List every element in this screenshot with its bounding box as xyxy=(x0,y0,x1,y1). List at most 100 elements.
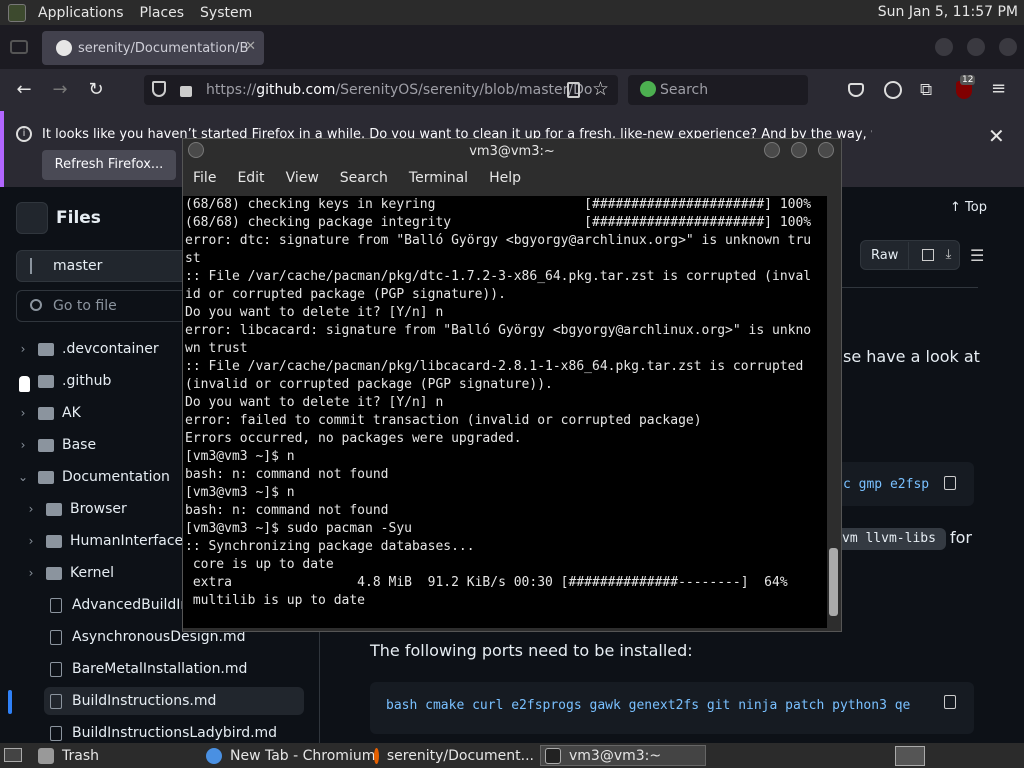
terminal-icon xyxy=(545,747,561,764)
tree-item-label: BuildInstructionsLadybird.md xyxy=(72,725,278,741)
trash-icon xyxy=(38,747,54,764)
terminal-title: vm3@vm3:~ xyxy=(469,144,555,159)
distro-logo-icon[interactable] xyxy=(8,3,26,22)
terminal-menu-help[interactable]: Help xyxy=(478,170,531,194)
terminal-menu-file[interactable]: File xyxy=(182,170,226,194)
text-fragment-look: se have a look at xyxy=(843,347,980,366)
tab-title: serenity/Documentation/Bu xyxy=(78,40,248,56)
firefox-view-icon[interactable] xyxy=(10,40,28,54)
tree-item-label: HumanInterfaceG xyxy=(70,533,195,549)
bookmark-star-icon[interactable]: ☆ xyxy=(592,78,609,100)
chevron-right-icon: › xyxy=(20,406,26,420)
tree-item-humaninterface[interactable]: › HumanInterfaceG xyxy=(24,527,194,555)
copy-icon[interactable] xyxy=(921,249,934,261)
tree-item-label: BuildInstructions.md xyxy=(72,693,217,709)
arrow-up-icon: ↑ xyxy=(950,200,966,215)
tree-item-github[interactable]: ›.github xyxy=(16,367,112,395)
url-host: github.com xyxy=(256,82,336,98)
tree-item-documentation[interactable]: ⌄ Documentation xyxy=(16,463,170,491)
tree-item-buildinstructions[interactable]: BuildInstructions.md xyxy=(44,687,304,715)
files-title: Files xyxy=(56,208,101,228)
tree-item-ak[interactable]: › AK xyxy=(16,399,81,427)
text-fragment-for: for xyxy=(950,528,972,547)
reader-view-icon[interactable] xyxy=(567,82,580,98)
ports-heading: The following ports need to be installed… xyxy=(370,641,693,660)
forward-icon[interactable]: → xyxy=(50,80,70,100)
taskbar-chromium[interactable]: New Tab - Chromium xyxy=(206,745,375,766)
chevron-right-icon: › xyxy=(28,534,34,548)
folder-icon xyxy=(46,534,62,548)
folder-icon xyxy=(46,502,62,516)
terminal-menu-view[interactable]: View xyxy=(275,170,329,194)
copy-icon[interactable] xyxy=(944,695,956,709)
terminal-close-button[interactable] xyxy=(818,142,834,158)
chevron-right-icon: › xyxy=(20,342,26,356)
taskbar-item-label: vm3@vm3:~ xyxy=(569,747,662,764)
tree-item-browser[interactable]: › Browser xyxy=(24,495,127,523)
download-icon[interactable]: ⤓ xyxy=(946,241,952,269)
terminal-minimize-button[interactable] xyxy=(764,142,780,158)
folder-open-icon xyxy=(38,470,54,484)
account-icon[interactable] xyxy=(884,81,902,99)
github-icon xyxy=(56,40,72,56)
top-link[interactable]: ↑ Top xyxy=(950,200,987,215)
taskbar-item-label: New Tab - Chromium xyxy=(230,747,376,764)
firefox-tab[interactable]: serenity/Documentation/Bu ✕ xyxy=(42,31,264,65)
clock[interactable]: Sun Jan 5, 11:57 PM xyxy=(878,4,1018,20)
tree-item-label: Base xyxy=(62,437,97,453)
taskbar-trash[interactable]: Trash xyxy=(38,745,99,766)
notification-close-icon[interactable]: ✕ xyxy=(988,124,1005,148)
terminal-scroll-thumb[interactable] xyxy=(829,548,838,616)
firefox-icon xyxy=(374,747,379,764)
applications-menu[interactable]: Applications xyxy=(30,5,132,21)
tree-item-kernel[interactable]: › Kernel xyxy=(24,559,114,587)
places-menu[interactable]: Places xyxy=(132,5,193,21)
go-to-file-input[interactable]: Go to file xyxy=(16,290,196,322)
taskbar-terminal[interactable]: vm3@vm3:~ xyxy=(540,745,706,766)
mouse-cursor-icon xyxy=(19,376,30,392)
top-link-label: Top xyxy=(965,200,987,215)
terminal-menu-terminal[interactable]: Terminal xyxy=(398,170,478,194)
folder-icon xyxy=(38,342,54,356)
folder-icon xyxy=(38,406,54,420)
raw-button[interactable]: Raw xyxy=(861,241,910,270)
hamburger-menu-icon[interactable]: ≡ xyxy=(991,78,1006,99)
tab-close-icon[interactable]: ✕ xyxy=(245,39,256,54)
maximize-button[interactable] xyxy=(967,38,985,56)
tree-item-label: Documentation xyxy=(62,469,170,485)
extensions-icon[interactable]: ⧉ xyxy=(920,80,932,100)
tree-item-devcontainer[interactable]: › .devcontainer xyxy=(16,335,159,363)
workspace-switcher[interactable] xyxy=(895,746,925,766)
branch-selector[interactable]: master xyxy=(16,250,196,282)
chevron-right-icon: › xyxy=(28,502,34,516)
tree-item-baremetal[interactable]: BareMetalInstallation.md xyxy=(50,655,247,683)
chevron-down-icon: ⌄ xyxy=(17,470,29,484)
sidebar-toggle-icon[interactable] xyxy=(16,202,48,234)
reload-icon[interactable]: ↻ xyxy=(86,80,106,100)
copy-icon[interactable] xyxy=(944,476,956,490)
tree-item-label: .github xyxy=(62,373,112,389)
inline-code-text: vm llvm-libs xyxy=(842,531,936,546)
shield-icon[interactable] xyxy=(152,81,166,97)
search-icon xyxy=(30,299,42,311)
lock-icon[interactable] xyxy=(180,86,192,97)
terminal-menu-edit[interactable]: Edit xyxy=(226,170,274,194)
refresh-firefox-button[interactable]: Refresh Firefox... xyxy=(42,150,176,180)
file-icon xyxy=(50,725,62,741)
tree-item-advancedbuild[interactable]: AdvancedBuildIns xyxy=(50,591,197,619)
url-bar[interactable]: https://github.com/SerenityOS/serenity/b… xyxy=(144,75,618,105)
outline-icon[interactable]: ☰ xyxy=(970,246,984,265)
close-window-button[interactable] xyxy=(999,38,1017,56)
tree-item-base[interactable]: › Base xyxy=(16,431,97,459)
info-icon: i xyxy=(16,126,32,142)
terminal-maximize-button[interactable] xyxy=(791,142,807,158)
terminal-output[interactable]: (68/68) checking keys in keyring [######… xyxy=(183,196,827,628)
taskbar-firefox[interactable]: serenity/Document... xyxy=(374,745,534,766)
back-icon[interactable]: ← xyxy=(14,80,34,100)
terminal-menu-search[interactable]: Search xyxy=(329,170,398,194)
system-menu[interactable]: System xyxy=(192,5,260,21)
terminal-text: (68/68) checking keys in keyring [######… xyxy=(185,197,812,608)
chromium-icon xyxy=(206,747,222,764)
minimize-button[interactable] xyxy=(935,38,953,56)
show-desktop-icon[interactable] xyxy=(4,748,22,762)
